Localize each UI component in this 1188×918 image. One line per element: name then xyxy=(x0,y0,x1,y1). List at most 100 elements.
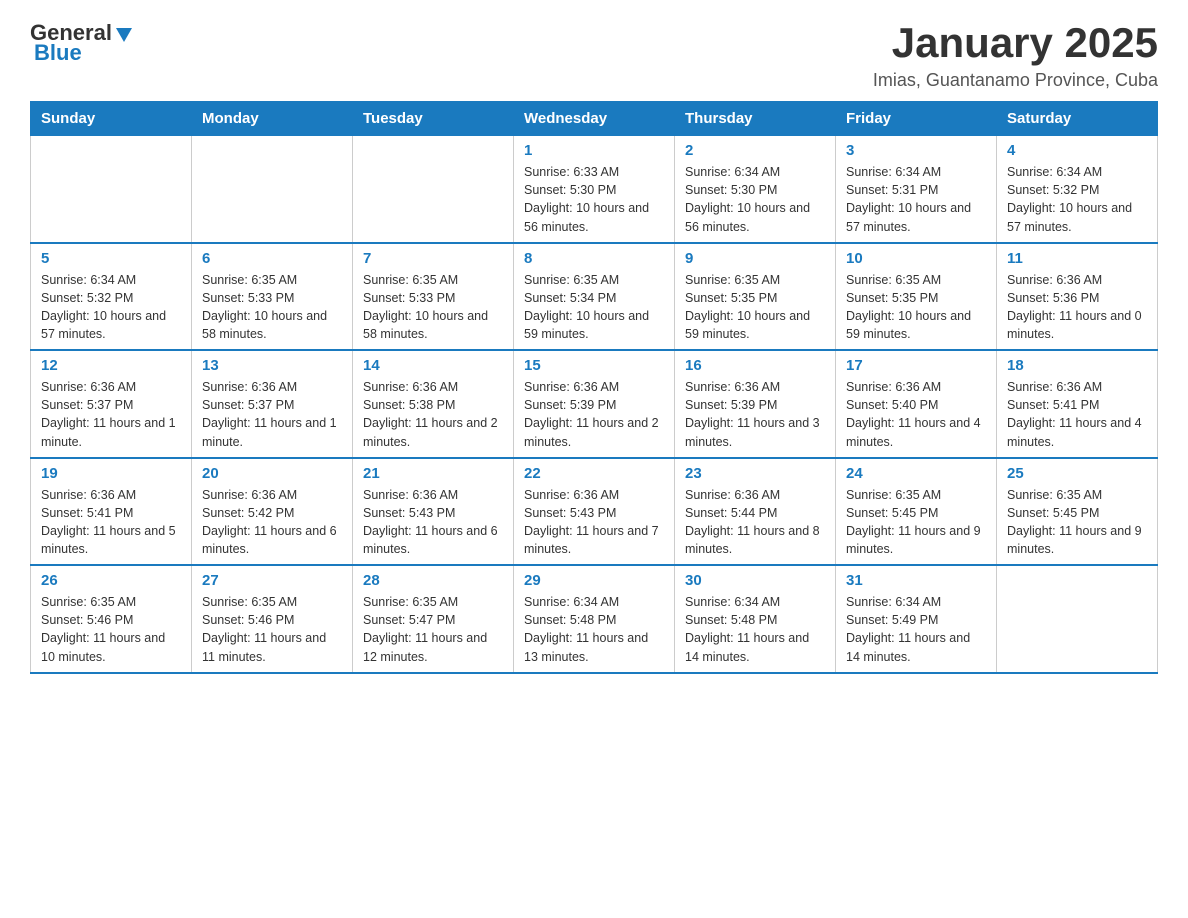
day-number: 1 xyxy=(524,142,664,159)
day-info: Sunrise: 6:36 AM Sunset: 5:44 PM Dayligh… xyxy=(685,486,825,559)
calendar-cell: 22 Sunrise: 6:36 AM Sunset: 5:43 PM Dayli… xyxy=(514,458,675,566)
day-info: Sunrise: 6:34 AM Sunset: 5:48 PM Dayligh… xyxy=(524,593,664,666)
calendar-cell: 19 Sunrise: 6:36 AM Sunset: 5:41 PM Dayli… xyxy=(31,458,192,566)
day-info: Sunrise: 6:35 AM Sunset: 5:35 PM Dayligh… xyxy=(846,271,986,344)
calendar-cell: 9 Sunrise: 6:35 AM Sunset: 5:35 PM Daylig… xyxy=(675,243,836,351)
page-header: General Blue January 2025 Imias, Guantan… xyxy=(30,20,1158,91)
calendar-cell: 3 Sunrise: 6:34 AM Sunset: 5:31 PM Daylig… xyxy=(836,136,997,243)
calendar-cell: 23 Sunrise: 6:36 AM Sunset: 5:44 PM Dayli… xyxy=(675,458,836,566)
day-info: Sunrise: 6:36 AM Sunset: 5:41 PM Dayligh… xyxy=(41,486,181,559)
calendar-week-row: 12 Sunrise: 6:36 AM Sunset: 5:37 PM Dayli… xyxy=(31,350,1158,458)
day-number: 11 xyxy=(1007,250,1147,267)
col-header-thursday: Thursday xyxy=(675,102,836,136)
calendar-cell: 12 Sunrise: 6:36 AM Sunset: 5:37 PM Dayli… xyxy=(31,350,192,458)
calendar-cell xyxy=(192,136,353,243)
day-info: Sunrise: 6:35 AM Sunset: 5:33 PM Dayligh… xyxy=(202,271,342,344)
calendar-cell: 24 Sunrise: 6:35 AM Sunset: 5:45 PM Dayli… xyxy=(836,458,997,566)
calendar-cell: 25 Sunrise: 6:35 AM Sunset: 5:45 PM Dayli… xyxy=(997,458,1158,566)
day-number: 4 xyxy=(1007,142,1147,159)
calendar-table: SundayMondayTuesdayWednesdayThursdayFrid… xyxy=(30,101,1158,674)
calendar-cell: 17 Sunrise: 6:36 AM Sunset: 5:40 PM Dayli… xyxy=(836,350,997,458)
title-section: January 2025 Imias, Guantanamo Province,… xyxy=(873,20,1158,91)
day-info: Sunrise: 6:36 AM Sunset: 5:39 PM Dayligh… xyxy=(685,378,825,451)
day-number: 28 xyxy=(363,572,503,589)
calendar-cell: 20 Sunrise: 6:36 AM Sunset: 5:42 PM Dayli… xyxy=(192,458,353,566)
day-number: 5 xyxy=(41,250,181,267)
day-number: 16 xyxy=(685,357,825,374)
day-number: 7 xyxy=(363,250,503,267)
day-info: Sunrise: 6:34 AM Sunset: 5:32 PM Dayligh… xyxy=(41,271,181,344)
calendar-cell: 4 Sunrise: 6:34 AM Sunset: 5:32 PM Daylig… xyxy=(997,136,1158,243)
day-number: 20 xyxy=(202,465,342,482)
day-number: 31 xyxy=(846,572,986,589)
col-header-friday: Friday xyxy=(836,102,997,136)
day-number: 6 xyxy=(202,250,342,267)
day-number: 13 xyxy=(202,357,342,374)
day-number: 10 xyxy=(846,250,986,267)
calendar-header-row: SundayMondayTuesdayWednesdayThursdayFrid… xyxy=(31,102,1158,136)
day-number: 24 xyxy=(846,465,986,482)
calendar-cell: 13Sunrise: 6:36 AM Sunset: 5:37 PM Dayli… xyxy=(192,350,353,458)
day-number: 29 xyxy=(524,572,664,589)
day-number: 15 xyxy=(524,357,664,374)
day-info: Sunrise: 6:36 AM Sunset: 5:39 PM Dayligh… xyxy=(524,378,664,451)
day-info: Sunrise: 6:33 AM Sunset: 5:30 PM Dayligh… xyxy=(524,163,664,236)
calendar-cell: 6 Sunrise: 6:35 AM Sunset: 5:33 PM Daylig… xyxy=(192,243,353,351)
calendar-cell: 1 Sunrise: 6:33 AM Sunset: 5:30 PM Daylig… xyxy=(514,136,675,243)
day-info: Sunrise: 6:36 AM Sunset: 5:37 PM Dayligh… xyxy=(41,378,181,451)
day-info: Sunrise: 6:35 AM Sunset: 5:47 PM Dayligh… xyxy=(363,593,503,666)
day-info: Sunrise: 6:34 AM Sunset: 5:30 PM Dayligh… xyxy=(685,163,825,236)
calendar-cell: 10 Sunrise: 6:35 AM Sunset: 5:35 PM Dayli… xyxy=(836,243,997,351)
calendar-cell: 28 Sunrise: 6:35 AM Sunset: 5:47 PM Dayli… xyxy=(353,565,514,673)
calendar-cell: 7 Sunrise: 6:35 AM Sunset: 5:33 PM Daylig… xyxy=(353,243,514,351)
day-info: Sunrise: 6:34 AM Sunset: 5:48 PM Dayligh… xyxy=(685,593,825,666)
day-info: Sunrise: 6:36 AM Sunset: 5:38 PM Dayligh… xyxy=(363,378,503,451)
day-number: 27 xyxy=(202,572,342,589)
day-info: Sunrise: 6:36 AM Sunset: 5:40 PM Dayligh… xyxy=(846,378,986,451)
calendar-cell: 27Sunrise: 6:35 AM Sunset: 5:46 PM Dayli… xyxy=(192,565,353,673)
day-info: Sunrise: 6:35 AM Sunset: 5:35 PM Dayligh… xyxy=(685,271,825,344)
col-header-tuesday: Tuesday xyxy=(353,102,514,136)
day-number: 23 xyxy=(685,465,825,482)
day-number: 2 xyxy=(685,142,825,159)
calendar-cell: 29 Sunrise: 6:34 AM Sunset: 5:48 PM Dayli… xyxy=(514,565,675,673)
day-number: 3 xyxy=(846,142,986,159)
day-info: Sunrise: 6:36 AM Sunset: 5:43 PM Dayligh… xyxy=(363,486,503,559)
calendar-cell: 14 Sunrise: 6:36 AM Sunset: 5:38 PM Dayli… xyxy=(353,350,514,458)
day-number: 12 xyxy=(41,357,181,374)
logo-blue-text: Blue xyxy=(34,40,82,66)
day-info: Sunrise: 6:36 AM Sunset: 5:42 PM Dayligh… xyxy=(202,486,342,559)
day-info: Sunrise: 6:36 AM Sunset: 5:43 PM Dayligh… xyxy=(524,486,664,559)
calendar-cell: 18Sunrise: 6:36 AM Sunset: 5:41 PM Dayli… xyxy=(997,350,1158,458)
day-number: 19 xyxy=(41,465,181,482)
calendar-cell: 30 Sunrise: 6:34 AM Sunset: 5:48 PM Dayli… xyxy=(675,565,836,673)
day-number: 17 xyxy=(846,357,986,374)
day-number: 14 xyxy=(363,357,503,374)
day-number: 22 xyxy=(524,465,664,482)
calendar-cell: 21 Sunrise: 6:36 AM Sunset: 5:43 PM Dayli… xyxy=(353,458,514,566)
day-number: 30 xyxy=(685,572,825,589)
day-info: Sunrise: 6:35 AM Sunset: 5:45 PM Dayligh… xyxy=(846,486,986,559)
calendar-cell xyxy=(997,565,1158,673)
calendar-cell: 16 Sunrise: 6:36 AM Sunset: 5:39 PM Dayli… xyxy=(675,350,836,458)
day-info: Sunrise: 6:34 AM Sunset: 5:31 PM Dayligh… xyxy=(846,163,986,236)
day-number: 21 xyxy=(363,465,503,482)
day-info: Sunrise: 6:36 AM Sunset: 5:36 PM Dayligh… xyxy=(1007,271,1147,344)
calendar-cell: 26Sunrise: 6:35 AM Sunset: 5:46 PM Dayli… xyxy=(31,565,192,673)
day-number: 9 xyxy=(685,250,825,267)
calendar-cell xyxy=(31,136,192,243)
day-number: 25 xyxy=(1007,465,1147,482)
calendar-week-row: 1 Sunrise: 6:33 AM Sunset: 5:30 PM Daylig… xyxy=(31,136,1158,243)
month-title: January 2025 xyxy=(873,20,1158,66)
day-info: Sunrise: 6:35 AM Sunset: 5:45 PM Dayligh… xyxy=(1007,486,1147,559)
col-header-sunday: Sunday xyxy=(31,102,192,136)
day-info: Sunrise: 6:35 AM Sunset: 5:33 PM Dayligh… xyxy=(363,271,503,344)
calendar-cell: 5 Sunrise: 6:34 AM Sunset: 5:32 PM Daylig… xyxy=(31,243,192,351)
calendar-cell xyxy=(353,136,514,243)
calendar-cell: 31Sunrise: 6:34 AM Sunset: 5:49 PM Dayli… xyxy=(836,565,997,673)
day-info: Sunrise: 6:34 AM Sunset: 5:32 PM Dayligh… xyxy=(1007,163,1147,236)
calendar-cell: 15 Sunrise: 6:36 AM Sunset: 5:39 PM Dayli… xyxy=(514,350,675,458)
calendar-week-row: 19 Sunrise: 6:36 AM Sunset: 5:41 PM Dayli… xyxy=(31,458,1158,566)
calendar-week-row: 5 Sunrise: 6:34 AM Sunset: 5:32 PM Daylig… xyxy=(31,243,1158,351)
col-header-saturday: Saturday xyxy=(997,102,1158,136)
